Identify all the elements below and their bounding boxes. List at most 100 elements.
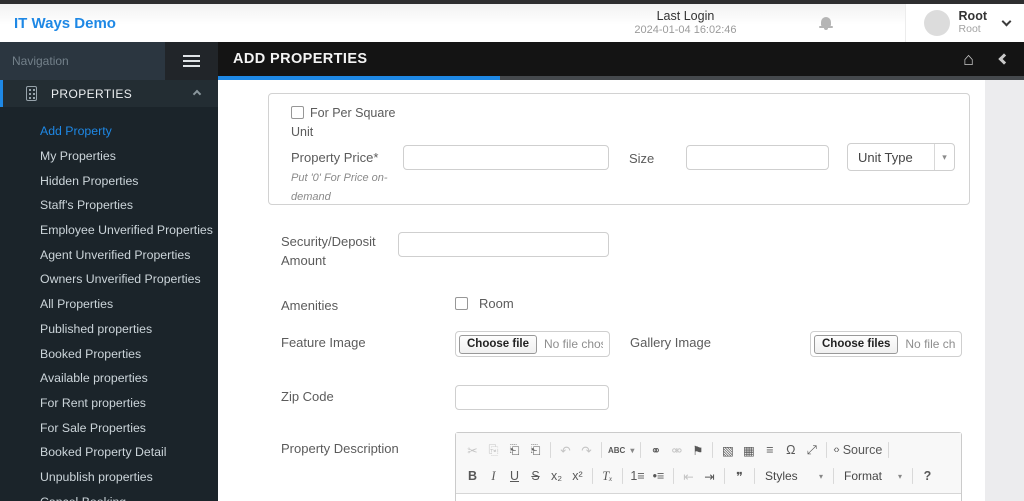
styles-dropdown[interactable]: Styles — [761, 466, 827, 486]
property-price-input[interactable] — [403, 145, 609, 170]
sidebar-section-properties[interactable]: PROPERTIES — [0, 80, 218, 107]
sidebar-item[interactable]: Agent Unverified Properties — [0, 242, 218, 267]
image-icon[interactable]: ▧ — [719, 440, 736, 460]
chevron-down-icon — [1001, 16, 1012, 27]
bullet-list-icon[interactable]: •≡ — [650, 466, 667, 486]
chevron-up-icon — [192, 89, 202, 98]
blockquote-icon[interactable]: ❞ — [731, 466, 748, 486]
maximize-icon[interactable]: ⤢ — [803, 440, 820, 460]
spellcheck-icon[interactable]: ABC — [608, 440, 634, 460]
file-status: No file chosen — [905, 337, 955, 351]
remove-format-icon[interactable]: Tₓ — [599, 466, 616, 486]
sidebar: PROPERTIES Add Property My Properties Hidd… — [0, 80, 218, 501]
sidebar-item[interactable]: Staff's Properties — [0, 193, 218, 218]
size-label: Size — [629, 151, 655, 166]
sidebar-item[interactable]: Unpublish properties — [0, 465, 218, 490]
strikethrough-icon[interactable]: S — [527, 466, 544, 486]
choose-file-button[interactable]: Choose file — [459, 334, 537, 354]
superscript-icon[interactable]: x² — [569, 466, 586, 486]
unlink-icon[interactable]: ⚮ — [668, 440, 685, 460]
unit-type-value: Unit Type — [858, 149, 913, 165]
sidebar-toggle-button[interactable] — [165, 42, 218, 80]
toolbar-separator — [550, 442, 551, 458]
toolbar-separator — [592, 468, 593, 484]
last-login-value: 2024-01-04 16:02:46 — [634, 24, 737, 36]
toolbar-separator — [912, 468, 913, 484]
copy-icon[interactable]: ⎘ — [485, 440, 502, 460]
numbered-list-icon[interactable]: 1≡ — [629, 466, 646, 486]
sidebar-item[interactable]: Add Property — [0, 119, 218, 144]
editor-toolbar-row-1: ✂⎘⎗⎗↶↷ABC⚭⚮⚑▧▦≡Ω⤢Source — [462, 437, 955, 463]
sidebar-item[interactable]: For Sale Properties — [0, 415, 218, 440]
feature-image-file-input[interactable]: Choose file No file chosen — [455, 331, 610, 357]
toolbar-separator — [826, 442, 828, 458]
checkbox-icon[interactable] — [291, 106, 304, 119]
horizontal-rule-icon[interactable]: ≡ — [761, 440, 778, 460]
per-square-unit-checkbox[interactable]: For Per Square Unit — [291, 104, 409, 142]
home-icon[interactable]: ⌂ — [963, 50, 974, 68]
sidebar-section-label: PROPERTIES — [51, 86, 133, 101]
paste-icon[interactable]: ⎗ — [506, 440, 523, 460]
deposit-input[interactable] — [398, 232, 609, 257]
user-names: Root Root — [959, 10, 987, 36]
rich-text-editor: ✂⎘⎗⎗↶↷ABC⚭⚮⚑▧▦≡Ω⤢Source BIUSx₂x²Tₓ1≡•≡⇤⇥… — [455, 432, 962, 501]
choose-files-button[interactable]: Choose files — [814, 334, 899, 354]
indent-icon[interactable]: ⇥ — [701, 466, 718, 486]
checkbox-icon[interactable] — [455, 297, 468, 310]
deposit-label: Security/Deposit Amount — [281, 234, 376, 268]
building-icon — [26, 86, 37, 101]
redo-icon[interactable]: ↷ — [578, 440, 595, 460]
toolbar-separator — [673, 468, 674, 484]
italic-icon[interactable]: I — [485, 466, 502, 486]
gallery-image-label: Gallery Image — [630, 335, 711, 350]
page-header: ADD PROPERTIES ⌂ — [218, 42, 1024, 80]
gallery-image-file-input[interactable]: Choose files No file chosen — [810, 331, 962, 357]
toolbar-separator — [622, 468, 623, 484]
special-character-icon[interactable]: Ω — [782, 440, 799, 460]
bell-icon[interactable] — [818, 16, 833, 30]
sidebar-item[interactable]: For Rent properties — [0, 391, 218, 416]
underline-icon[interactable]: U — [506, 466, 523, 486]
format-dropdown[interactable]: Format — [840, 466, 906, 486]
sidebar-item[interactable]: Cancel Booking — [0, 489, 218, 501]
outdent-icon[interactable]: ⇤ — [680, 466, 697, 486]
hamburger-icon — [183, 60, 200, 62]
app-header: IT Ways Demo Last Login 2024-01-04 16:02… — [0, 4, 1024, 42]
amenity-room-checkbox[interactable]: Room — [455, 296, 514, 311]
link-icon[interactable]: ⚭ — [647, 440, 664, 460]
sidebar-item[interactable]: Employee Unverified Properties — [0, 218, 218, 243]
paste-from-word-icon[interactable]: ⎗ — [527, 440, 544, 460]
main-content: For Per Square Unit Property Price* Put … — [218, 80, 1024, 501]
table-icon[interactable]: ▦ — [740, 440, 757, 460]
chevron-left-icon[interactable] — [998, 53, 1010, 65]
undo-icon[interactable]: ↶ — [557, 440, 574, 460]
sidebar-items: Add Property My Properties Hidden Properti… — [0, 107, 218, 501]
feature-image-label: Feature Image — [281, 335, 366, 350]
toolbar-separator — [640, 442, 642, 458]
sidebar-item[interactable]: All Properties — [0, 292, 218, 317]
source-button[interactable]: Source — [833, 440, 883, 460]
sidebar-item[interactable]: Available properties — [0, 366, 218, 391]
nav-row: Navigation ADD PROPERTIES ⌂ — [0, 42, 1024, 80]
anchor-icon[interactable]: ⚑ — [689, 440, 706, 460]
size-input[interactable] — [686, 145, 829, 170]
sidebar-item[interactable]: Hidden Properties — [0, 168, 218, 193]
about-icon[interactable]: ? — [919, 466, 936, 486]
sidebar-item[interactable]: Published properties — [0, 317, 218, 342]
sidebar-item[interactable]: Owners Unverified Properties — [0, 267, 218, 292]
editor-content[interactable] — [456, 494, 961, 501]
zip-code-input[interactable] — [455, 385, 609, 410]
editor-toolbar: ✂⎘⎗⎗↶↷ABC⚭⚮⚑▧▦≡Ω⤢Source BIUSx₂x²Tₓ1≡•≡⇤⇥… — [456, 433, 961, 494]
sidebar-item[interactable]: My Properties — [0, 144, 218, 169]
sidebar-item[interactable]: Booked Properties — [0, 341, 218, 366]
brand-logo[interactable]: IT Ways Demo — [0, 15, 116, 32]
toolbar-separator — [601, 442, 602, 458]
last-login: Last Login 2024-01-04 16:02:46 — [634, 9, 736, 37]
user-menu[interactable]: Root Root — [904, 4, 1024, 42]
subscript-icon[interactable]: x₂ — [548, 466, 565, 486]
bold-icon[interactable]: B — [464, 466, 481, 486]
sidebar-item[interactable]: Booked Property Detail — [0, 440, 218, 465]
toolbar-separator — [888, 442, 890, 458]
unit-type-select[interactable]: Unit Type — [847, 143, 955, 171]
cut-icon[interactable]: ✂ — [464, 440, 481, 460]
